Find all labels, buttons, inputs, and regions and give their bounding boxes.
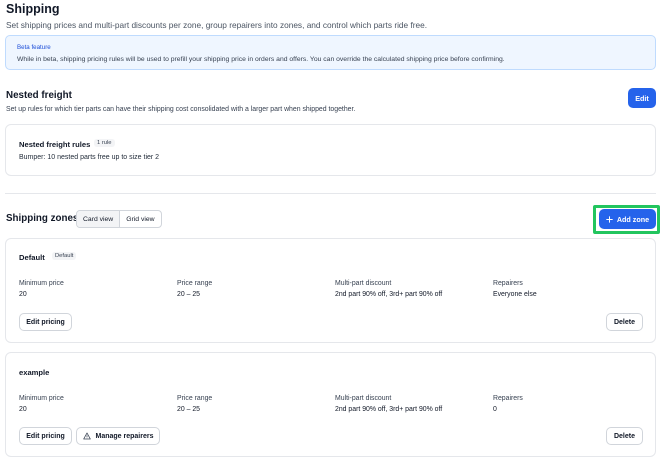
delete-zone-button[interactable]: Delete bbox=[606, 313, 643, 331]
nested-freight-rules-card: Nested freight rules 1 rule Bumper: 10 n… bbox=[5, 124, 656, 176]
beta-banner: Beta feature While in beta, shipping pri… bbox=[5, 35, 656, 70]
nested-freight-title: Nested freight bbox=[6, 90, 72, 101]
min-price-label: Minimum price bbox=[19, 395, 64, 402]
min-price-value: 20 bbox=[19, 291, 27, 298]
nested-freight-edit-button[interactable]: Edit bbox=[628, 88, 656, 108]
rule-count-badge: 1 rule bbox=[94, 139, 115, 147]
add-zone-focus-highlight bbox=[593, 205, 660, 234]
warning-triangle-icon bbox=[82, 432, 91, 440]
repairers-value: Everyone else bbox=[493, 291, 537, 298]
zone-card-example: example Minimum price 20 Price range 20 … bbox=[5, 352, 656, 457]
price-range-value: 20 – 25 bbox=[177, 406, 200, 413]
price-range-label: Price range bbox=[177, 280, 213, 287]
beta-banner-text: While in beta, shipping pricing rules wi… bbox=[17, 56, 505, 63]
shipping-zones-title: Shipping zones bbox=[6, 213, 79, 224]
repairers-label: Repairers bbox=[493, 280, 523, 287]
discount-label: Multi-part discount bbox=[335, 395, 392, 402]
price-range-label: Price range bbox=[177, 395, 213, 402]
section-divider bbox=[5, 193, 656, 194]
repairers-label: Repairers bbox=[493, 395, 523, 402]
price-range-value: 20 – 25 bbox=[177, 291, 200, 298]
nested-freight-description: Set up rules for which tier parts can ha… bbox=[6, 106, 356, 113]
zone-name: example bbox=[19, 368, 50, 377]
nested-freight-rules-title: Nested freight rules bbox=[19, 140, 91, 149]
edit-pricing-button[interactable]: Edit pricing bbox=[19, 427, 72, 445]
delete-zone-button[interactable]: Delete bbox=[606, 427, 643, 445]
discount-label: Multi-part discount bbox=[335, 280, 392, 287]
discount-value: 2nd part 90% off, 3rd+ part 90% off bbox=[335, 406, 443, 413]
default-badge: Default bbox=[52, 252, 77, 260]
nested-freight-rule: Bumper: 10 nested parts free up to size … bbox=[19, 154, 160, 161]
min-price-label: Minimum price bbox=[19, 280, 64, 287]
card-view-tab[interactable]: Card view bbox=[77, 211, 121, 227]
beta-banner-title: Beta feature bbox=[17, 44, 51, 51]
min-price-value: 20 bbox=[19, 406, 27, 413]
manage-repairers-label: Manage repairers bbox=[95, 432, 154, 440]
discount-value: 2nd part 90% off, 3rd+ part 90% off bbox=[335, 291, 443, 298]
manage-repairers-button[interactable]: Manage repairers bbox=[76, 427, 160, 445]
zone-name: Default bbox=[19, 253, 45, 262]
edit-pricing-button[interactable]: Edit pricing bbox=[19, 313, 72, 331]
page-title: Shipping bbox=[6, 2, 60, 16]
repairers-value: 0 bbox=[493, 406, 497, 413]
page-subtitle: Set shipping prices and multi-part disco… bbox=[6, 20, 428, 30]
zone-card-default: Default Default Minimum price 20 Price r… bbox=[5, 238, 656, 343]
grid-view-tab[interactable]: Grid view bbox=[120, 211, 160, 227]
shipping-page: Shipping Set shipping prices and multi-p… bbox=[0, 0, 670, 470]
view-toggle: Card view Grid view bbox=[76, 210, 162, 228]
